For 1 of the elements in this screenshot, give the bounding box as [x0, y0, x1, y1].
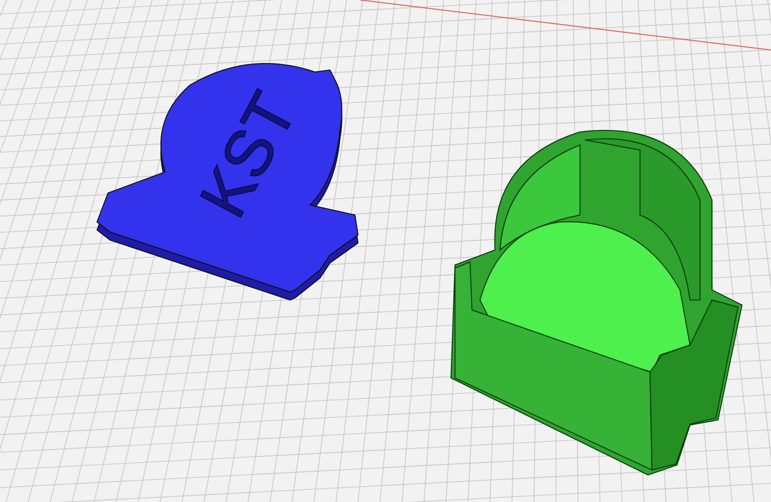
- embossed-label: KST: [185, 80, 311, 229]
